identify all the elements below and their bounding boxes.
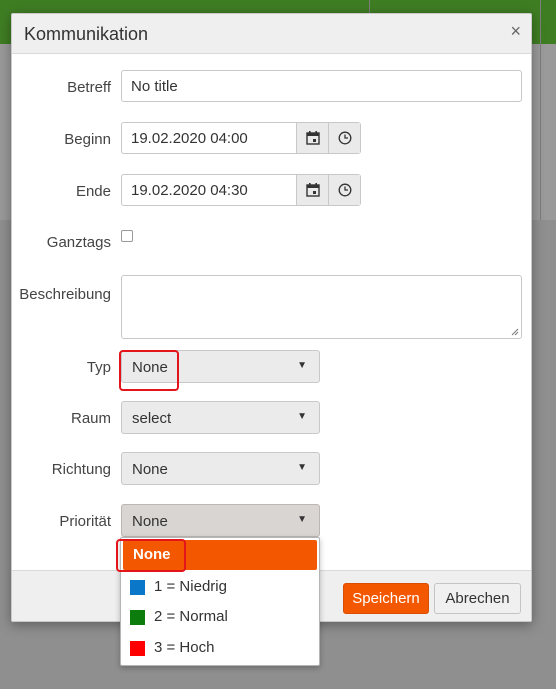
room-select-value: select — [132, 410, 172, 427]
red-swatch-icon — [130, 641, 145, 656]
chevron-down-icon: ▼ — [297, 514, 307, 525]
option-label: None — [133, 546, 171, 563]
start-label: Beginn — [64, 131, 111, 148]
direction-select[interactable]: None ▼ — [121, 452, 320, 485]
priority-select-value: None — [132, 513, 168, 530]
priority-option-high[interactable]: 3 = Hoch — [122, 633, 318, 663]
dialog-titlebar: Kommunikation × — [12, 14, 531, 54]
priority-option-none[interactable]: None — [123, 540, 317, 570]
option-label: 1 = Niedrig — [154, 578, 227, 595]
description-label: Beschreibung — [19, 286, 111, 303]
chevron-down-icon: ▼ — [297, 411, 307, 422]
option-label: 3 = Hoch — [154, 639, 215, 656]
chevron-down-icon: ▼ — [297, 462, 307, 473]
direction-select-value: None — [132, 461, 168, 478]
clock-icon[interactable] — [328, 175, 360, 205]
communication-dialog: Kommunikation × Betreff No title Beginn … — [11, 13, 532, 622]
all-day-label: Ganztags — [46, 234, 111, 251]
option-label: 2 = Normal — [154, 608, 228, 625]
direction-label: Richtung — [51, 461, 111, 478]
description-textarea[interactable] — [121, 275, 522, 339]
start-datetime-input[interactable]: 19.02.2020 04:00 — [121, 122, 361, 154]
room-select[interactable]: select ▼ — [121, 401, 320, 434]
priority-option-normal[interactable]: 2 = Normal — [122, 602, 318, 632]
chevron-down-icon: ▼ — [297, 360, 307, 371]
subject-label: Betreff — [67, 79, 111, 96]
green-swatch-icon — [130, 610, 145, 625]
priority-label: Priorität — [59, 513, 111, 530]
end-datetime-value: 19.02.2020 04:30 — [131, 182, 248, 199]
end-label: Ende — [75, 183, 111, 200]
priority-option-low[interactable]: 1 = Niedrig — [122, 572, 318, 602]
resize-grip-icon[interactable] — [511, 328, 519, 336]
blue-swatch-icon — [130, 580, 145, 595]
dialog-title: Kommunikation — [24, 24, 149, 44]
close-icon[interactable]: × — [510, 21, 521, 41]
calendar-icon[interactable] — [296, 123, 328, 153]
end-datetime-input[interactable]: 19.02.2020 04:30 — [121, 174, 361, 206]
type-select-value: None — [132, 359, 168, 376]
type-label: Typ — [86, 359, 111, 376]
priority-dropdown-list: None 1 = Niedrig 2 = Normal 3 = Hoch — [120, 537, 320, 666]
clock-icon[interactable] — [328, 123, 360, 153]
all-day-checkbox[interactable] — [121, 230, 133, 242]
cancel-button[interactable]: Abrechen — [434, 583, 521, 614]
background-divider — [540, 0, 541, 220]
type-select[interactable]: None ▼ — [121, 350, 320, 383]
start-datetime-value: 19.02.2020 04:00 — [131, 130, 248, 147]
calendar-icon[interactable] — [296, 175, 328, 205]
room-label: Raum — [70, 410, 111, 427]
save-button[interactable]: Speichern — [343, 583, 429, 614]
priority-select[interactable]: None ▼ — [121, 504, 320, 537]
subject-input[interactable]: No title — [121, 70, 522, 102]
